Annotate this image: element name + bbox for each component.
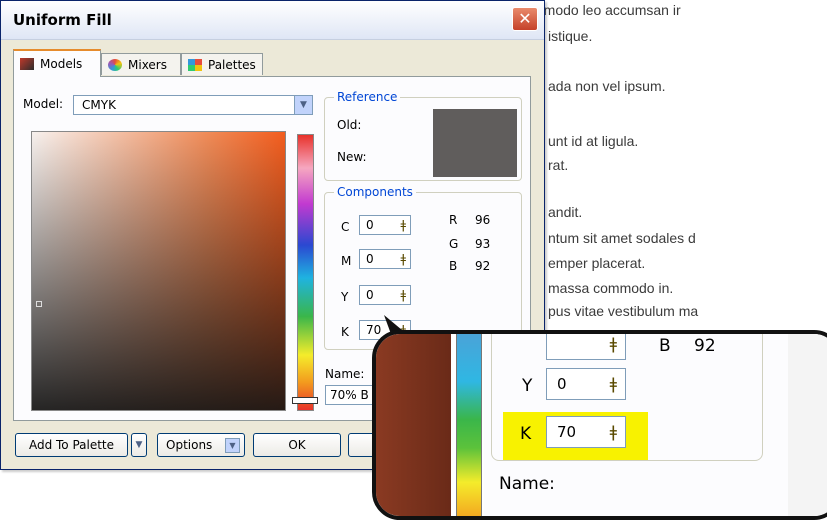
callout-b-value: 92	[694, 336, 716, 356]
c-label: C	[341, 220, 350, 234]
name-label: Name:	[325, 367, 365, 381]
doc-line: rat.	[548, 157, 569, 173]
chevron-down-icon: ▼	[135, 440, 143, 450]
chevron-down-icon: ▼	[225, 438, 240, 453]
palettes-icon	[188, 58, 202, 71]
k-label: K	[341, 325, 349, 339]
color-field[interactable]	[31, 131, 286, 411]
g-label: G	[449, 237, 459, 251]
callout-y-input: 0ǂ	[546, 368, 626, 400]
g-value: 93	[475, 237, 491, 251]
spin-icon[interactable]: ǂ	[400, 216, 406, 234]
callout-top-input: ǂ	[546, 334, 626, 360]
ok-button[interactable]: OK	[253, 433, 341, 457]
y-input[interactable]: 0ǂ	[359, 285, 411, 305]
options-button[interactable]: Options ▼	[157, 433, 245, 457]
add-to-palette-dropdown[interactable]: ▼	[131, 433, 147, 457]
title-bar[interactable]: Uniform Fill ✕	[1, 1, 544, 40]
doc-line: emper placerat.	[548, 255, 646, 271]
tab-mixers[interactable]: Mixers	[101, 53, 181, 75]
doc-line: andit.	[548, 204, 583, 220]
zoom-callout: ǂ B 92 Y 0ǂ K 70 ǂ Name:	[372, 330, 827, 520]
spin-icon: ǂ	[609, 374, 617, 393]
tab-palettes[interactable]: Palettes	[181, 53, 263, 75]
tab-models[interactable]: Models	[13, 49, 101, 77]
callout-side-area	[788, 334, 827, 516]
reference-title: Reference	[334, 90, 401, 104]
callout-name-label: Name:	[499, 474, 555, 494]
doc-line: pus vitae vestibulum ma	[548, 303, 699, 319]
doc-line: mmodo leo accumsan ir	[532, 2, 681, 18]
callout-y-label: Y	[522, 376, 533, 396]
close-button[interactable]: ✕	[512, 7, 538, 31]
old-label: Old:	[337, 118, 362, 132]
spin-icon[interactable]: ǂ	[400, 286, 406, 304]
hue-slider-handle[interactable]	[292, 397, 318, 404]
m-input[interactable]: 0ǂ	[359, 249, 411, 269]
dialog-title: Uniform Fill	[13, 11, 112, 29]
hue-strip[interactable]	[297, 134, 314, 411]
y-label: Y	[341, 290, 349, 304]
add-to-palette-button[interactable]: Add To Palette	[15, 433, 128, 457]
mixers-icon	[108, 58, 122, 71]
doc-line: massa commodo in.	[548, 280, 674, 296]
callout-k-input: 70 ǂ	[546, 416, 626, 448]
doc-line: ntum sit amet sodales d	[548, 230, 696, 246]
r-value: 96	[475, 213, 491, 227]
r-label: R	[449, 213, 458, 227]
doc-line: unt id at ligula.	[548, 133, 639, 149]
spin-icon: ǂ	[609, 422, 617, 441]
spin-icon[interactable]: ǂ	[400, 250, 406, 268]
model-label: Model:	[23, 97, 64, 111]
close-icon: ✕	[518, 9, 532, 28]
b-value: 92	[475, 259, 491, 273]
components-title: Components	[334, 185, 416, 199]
model-select[interactable]: CMYK ▼	[73, 95, 313, 115]
c-input[interactable]: 0ǂ	[359, 215, 411, 235]
callout-b-label: B	[659, 336, 671, 356]
m-label: M	[341, 254, 352, 268]
callout-hue-strip	[456, 334, 482, 516]
callout-k-label: K	[520, 424, 532, 444]
callout-color-field	[376, 334, 451, 516]
new-label: New:	[337, 150, 367, 164]
models-icon	[20, 58, 34, 70]
reference-swatch	[433, 109, 517, 177]
b-label: B	[449, 259, 458, 273]
spin-icon: ǂ	[609, 334, 617, 353]
doc-line: ada non vel ipsum.	[548, 78, 666, 94]
model-value: CMYK	[82, 98, 116, 112]
components-group	[324, 192, 522, 350]
chevron-down-icon[interactable]: ▼	[294, 96, 312, 114]
color-field-cursor[interactable]	[36, 301, 42, 307]
doc-line: istique.	[548, 28, 593, 44]
